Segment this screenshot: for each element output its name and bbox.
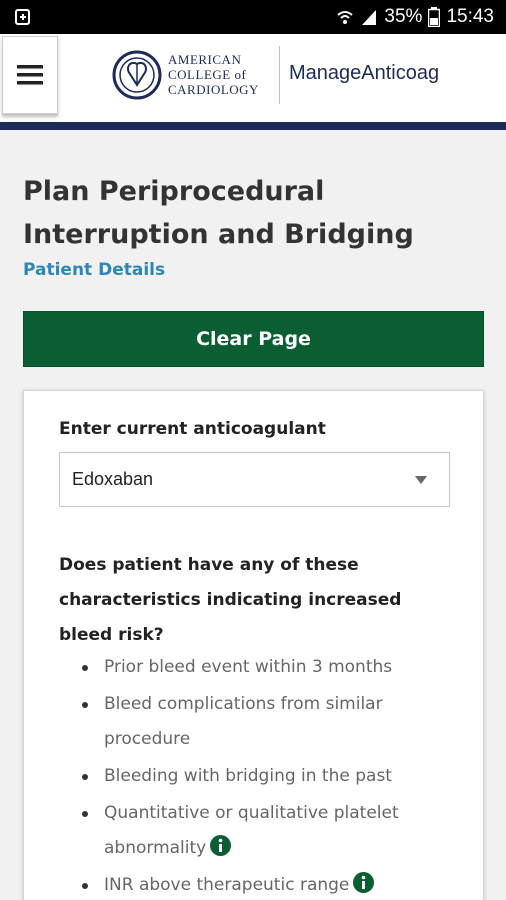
signal-icon [362, 10, 377, 25]
caret-down-icon [415, 476, 427, 484]
status-bar: 35% 15:43 [0, 0, 506, 34]
menu-button[interactable] [2, 36, 58, 114]
acc-logo-text: AMERICAN COLLEGE of CARDIOLOGY [168, 52, 259, 97]
list-item: Bleed complications from similar procedu… [82, 687, 462, 757]
section-subtitle: Patient Details [23, 260, 166, 280]
anticoagulant-label: Enter current anticoagulant [59, 419, 326, 439]
page-title: Plan Periprocedural Interruption and Bri… [23, 176, 414, 250]
anticoagulant-select[interactable]: Edoxaban [59, 452, 450, 507]
battery-icon [428, 7, 441, 27]
info-icon[interactable] [353, 872, 375, 893]
list-item: Quantitative or qualitative platelet abn… [82, 796, 462, 866]
header-underline [0, 122, 506, 130]
bleed-risk-list: Prior bleed event within 3 months Bleed … [82, 650, 462, 900]
app-header: AMERICAN COLLEGE of CARDIOLOGY ManageAnt… [0, 34, 506, 130]
clear-page-button[interactable]: Clear Page [23, 311, 484, 367]
list-item: Prior bleed event within 3 months [82, 650, 462, 685]
menu-icon [17, 65, 43, 85]
patient-details-card: Enter current anticoagulant Edoxaban Doe… [23, 390, 484, 900]
sim-icon [15, 9, 30, 25]
acc-seal-icon [112, 50, 162, 100]
status-right: 35% 15:43 [336, 6, 494, 28]
bleed-risk-question: Does patient have any of these character… [59, 555, 402, 645]
list-item: Bleeding with bridging in the past [82, 759, 462, 794]
wifi-icon [337, 11, 354, 24]
list-item: INR above therapeutic range [82, 868, 462, 900]
battery-percent: 35% [384, 6, 423, 27]
clock: 15:43 [446, 6, 494, 27]
logo-divider [279, 46, 280, 104]
info-icon[interactable] [210, 835, 232, 856]
anticoagulant-selected-value: Edoxaban [72, 469, 154, 489]
app-brand[interactable]: ManageAnticoag [289, 62, 439, 85]
